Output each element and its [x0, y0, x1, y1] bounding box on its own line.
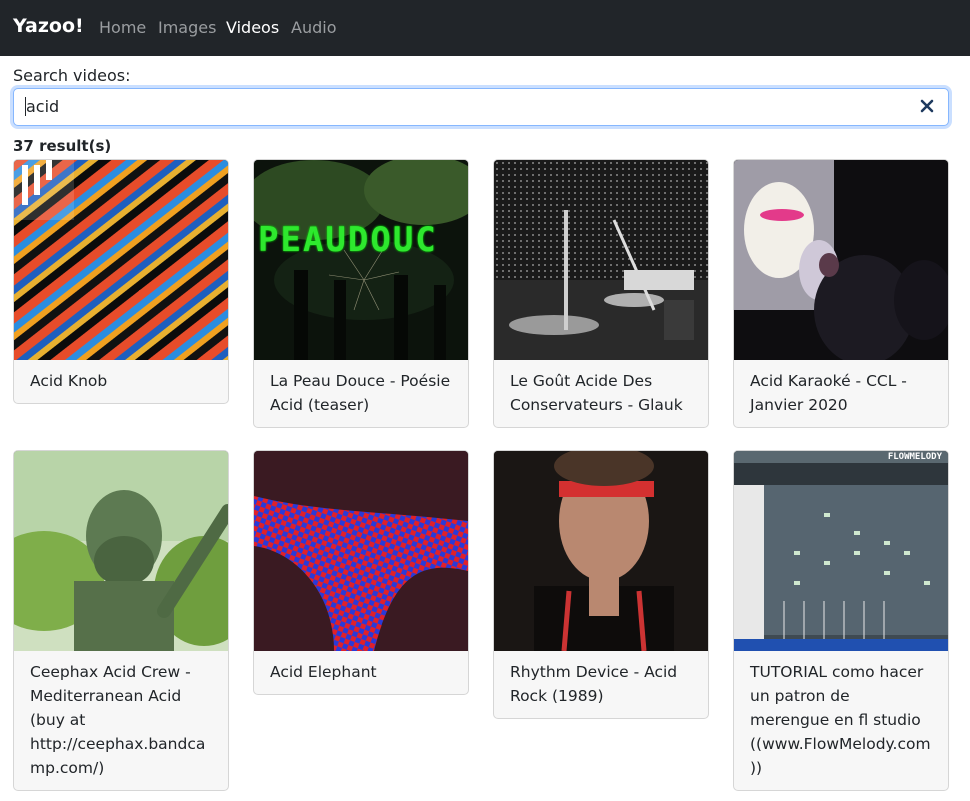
- thumbnail-image: [734, 451, 948, 651]
- video-card-acid-knob[interactable]: Acid Knob: [13, 159, 229, 404]
- top-navbar: Yazoo! Home Images Videos Audio: [0, 0, 970, 56]
- video-thumbnail[interactable]: [254, 451, 468, 651]
- thumbnail-logo-text: FLOWMELODY: [887, 452, 942, 462]
- thumbnail-image: [494, 451, 708, 651]
- search-label: Search videos:: [13, 66, 131, 85]
- video-card-acid-karaoke[interactable]: Acid Karaoké - CCL - Janvier 2020: [733, 159, 949, 428]
- video-thumbnail[interactable]: [494, 160, 708, 360]
- video-card-la-peau-douce[interactable]: PEAUDOUC La Peau Douce - Poésie Acid (te…: [253, 159, 469, 428]
- brand-logo[interactable]: Yazoo!: [13, 15, 84, 37]
- thumbnail-image: [254, 451, 468, 651]
- video-title[interactable]: Ceephax Acid Crew - Mediterranean Acid (…: [14, 651, 228, 790]
- thumbnail-overlay-text: PEAUDOUC: [258, 220, 438, 260]
- video-card-rhythm-device[interactable]: Rhythm Device - Acid Rock (1989): [493, 450, 709, 719]
- result-count: 37 result(s): [13, 137, 112, 155]
- search-input[interactable]: acid: [13, 88, 949, 126]
- video-title[interactable]: Acid Knob: [14, 360, 228, 403]
- video-title[interactable]: Acid Elephant: [254, 651, 468, 694]
- video-thumbnail[interactable]: [14, 160, 228, 360]
- nav-link-home[interactable]: Home: [99, 18, 146, 37]
- video-thumbnail[interactable]: [14, 451, 228, 651]
- nav-link-audio[interactable]: Audio: [291, 18, 336, 37]
- video-thumbnail[interactable]: FLOWMELODY: [734, 451, 948, 651]
- video-title[interactable]: TUTORIAL como hacer un patron de merengu…: [734, 651, 948, 790]
- video-card-ceephax[interactable]: Ceephax Acid Crew - Mediterranean Acid (…: [13, 450, 229, 791]
- nav-link-videos[interactable]: Videos: [226, 18, 279, 37]
- search-input-value[interactable]: acid: [26, 97, 59, 116]
- video-title[interactable]: Le Goût Acide Des Conservateurs - Glauk: [494, 360, 708, 427]
- video-thumbnail[interactable]: [494, 451, 708, 651]
- thumbnail-image: [254, 160, 468, 360]
- video-title[interactable]: Rhythm Device - Acid Rock (1989): [494, 651, 708, 718]
- video-thumbnail[interactable]: [734, 160, 948, 360]
- thumbnail-image: [734, 160, 948, 360]
- text-caret: [25, 97, 26, 116]
- video-thumbnail[interactable]: PEAUDOUC: [254, 160, 468, 360]
- thumbnail-image: [14, 160, 228, 360]
- video-card-acid-elephant[interactable]: Acid Elephant: [253, 450, 469, 695]
- video-card-fl-studio-tutorial[interactable]: FLOWMELODY TUTORIAL como hacer un patron…: [733, 450, 949, 791]
- video-title[interactable]: La Peau Douce - Poésie Acid (teaser): [254, 360, 468, 427]
- video-title[interactable]: Acid Karaoké - CCL - Janvier 2020: [734, 360, 948, 427]
- nav-link-images[interactable]: Images: [158, 18, 216, 37]
- thumbnail-image: [14, 451, 228, 651]
- thumbnail-image: [494, 160, 708, 360]
- video-card-le-gout-acide[interactable]: Le Goût Acide Des Conservateurs - Glauk: [493, 159, 709, 428]
- close-icon[interactable]: [920, 99, 934, 113]
